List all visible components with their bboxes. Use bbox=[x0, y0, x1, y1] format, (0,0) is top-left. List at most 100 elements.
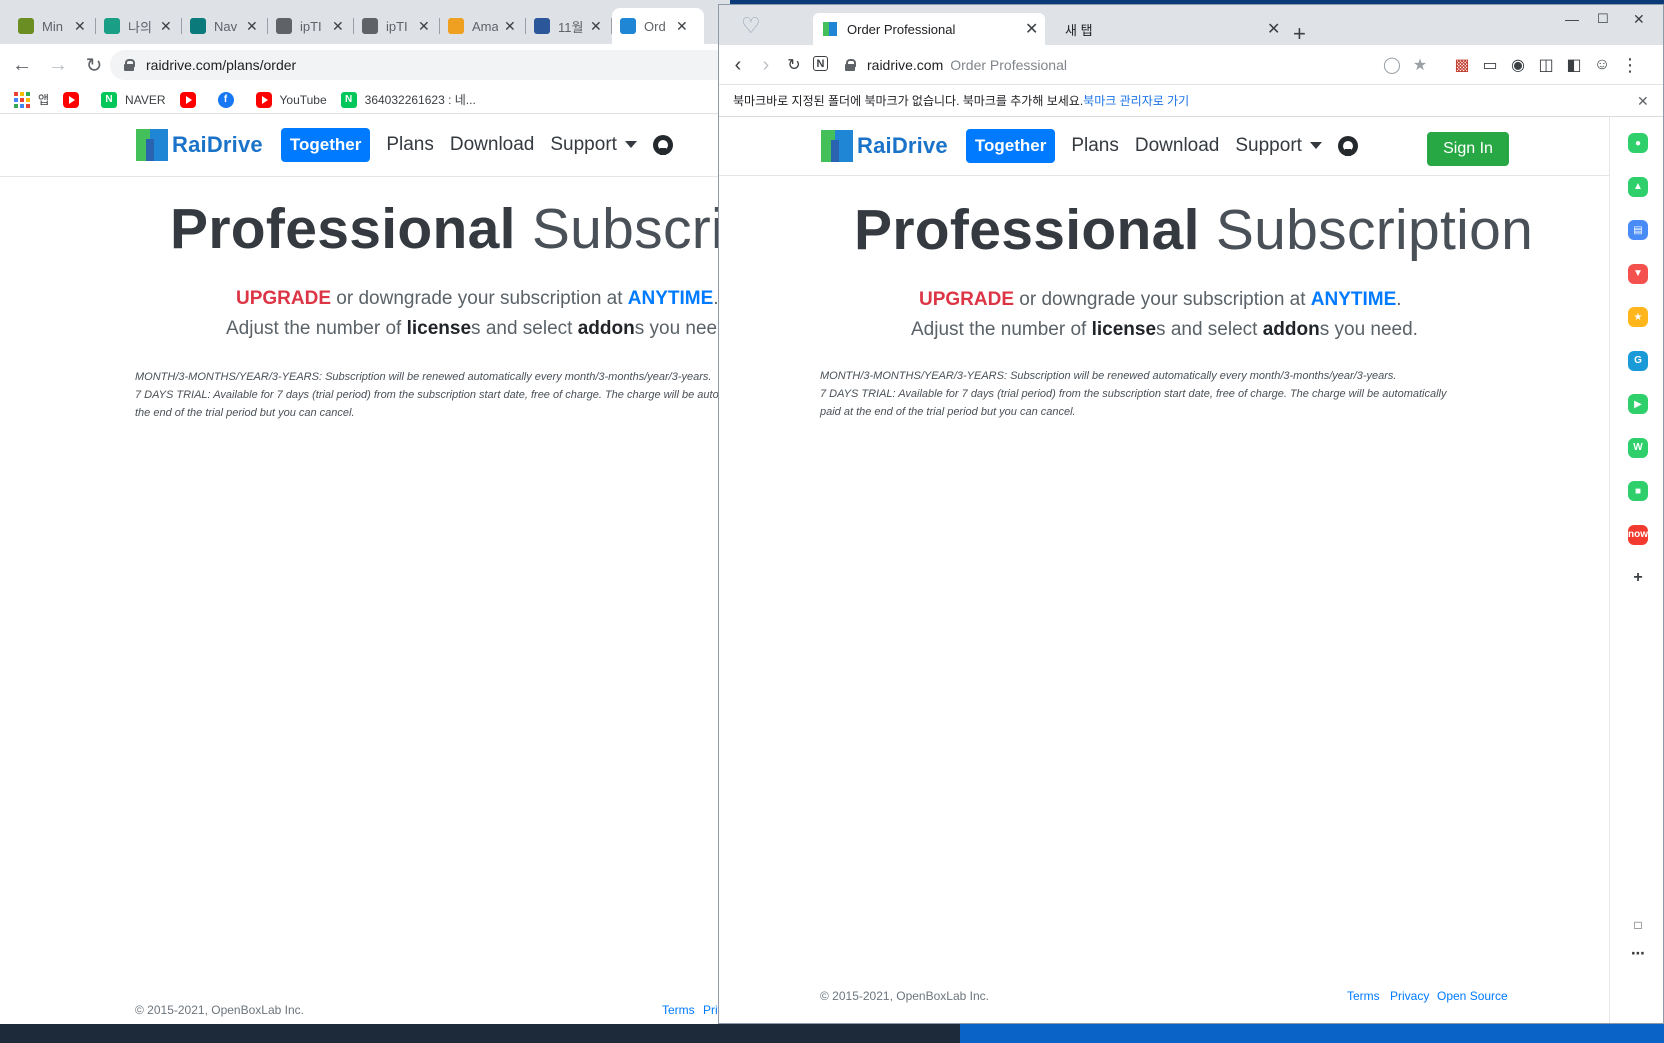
left-tab-strip: Min ✕ 나의 ✕ Nav ✕ ipTI ✕ ipTI ✕ Ama ✕ 11월 ✕ Ord ✕ bbox=[0, 0, 730, 44]
close-tab-icon[interactable]: ✕ bbox=[590, 18, 602, 35]
webtoon-icon[interactable]: W bbox=[1628, 437, 1648, 458]
bell-icon[interactable]: ▲ bbox=[1628, 176, 1648, 197]
bookmark-item[interactable]: 앱 bbox=[14, 91, 49, 108]
lead-line-1: UPGRADE or downgrade your subscription a… bbox=[236, 288, 719, 309]
nav-together-button[interactable]: Together bbox=[965, 129, 1056, 163]
reload-icon[interactable]: ↻ bbox=[785, 56, 803, 74]
nav-download-link[interactable]: Download bbox=[450, 134, 535, 156]
subscription-notes: MONTH/3-MONTHS/YEAR/3-YEARS: Subscriptio… bbox=[135, 371, 730, 419]
translate-icon[interactable]: G bbox=[1628, 350, 1648, 371]
close-tab-icon[interactable]: ✕ bbox=[332, 18, 344, 35]
profile-icon[interactable]: ☺ bbox=[1593, 56, 1611, 74]
bookmark-item[interactable]: YouTube bbox=[255, 91, 327, 108]
plus-icon[interactable]: + bbox=[1628, 568, 1648, 588]
sidebar-toggle-icon[interactable]: □ bbox=[1628, 915, 1648, 935]
back-icon[interactable]: ← bbox=[8, 51, 36, 79]
minecraft-icon bbox=[18, 18, 34, 34]
close-tab-icon[interactable]: ✕ bbox=[74, 18, 86, 35]
close-tab-icon[interactable]: ✕ bbox=[418, 18, 430, 35]
now-icon[interactable]: now bbox=[1628, 524, 1648, 545]
nav-support-dropdown[interactable]: Support bbox=[1235, 135, 1322, 157]
nav-support-dropdown[interactable]: Support bbox=[550, 134, 637, 156]
calendar-icon[interactable]: ▤ bbox=[1628, 220, 1648, 240]
close-tab-icon[interactable]: ✕ bbox=[676, 18, 688, 35]
infobar-message: 북마크바로 지정된 폴더에 북마크가 없습니다. 북마크를 추가해 보세요. bbox=[733, 94, 1084, 108]
facebook-icon: f bbox=[217, 91, 234, 108]
right-address-bar[interactable]: raidrive.com Order Professional bbox=[845, 57, 1067, 73]
footer-terms-link[interactable]: Terms bbox=[662, 1003, 695, 1017]
bookmark-item[interactable] bbox=[179, 91, 204, 108]
nav-download-link[interactable]: Download bbox=[1135, 135, 1220, 157]
naver-home-icon[interactable]: N bbox=[813, 56, 828, 71]
footer-open-source-link[interactable]: Open Source bbox=[1437, 989, 1508, 1003]
bookmark-item[interactable]: N 364032261623 : 네... bbox=[340, 91, 476, 108]
caret-down-icon bbox=[1309, 142, 1322, 150]
tab-4[interactable]: ipTI ✕ bbox=[354, 8, 440, 44]
forward-icon[interactable]: › bbox=[757, 54, 775, 76]
tab-3[interactable]: ipTI ✕ bbox=[268, 8, 354, 44]
window-close-icon[interactable]: ✕ bbox=[1633, 11, 1645, 28]
bookmark-item[interactable]: N NAVER bbox=[101, 91, 166, 108]
reader-icon[interactable]: ◫ bbox=[1537, 56, 1555, 74]
tab-new-tab[interactable]: 새 탭 ✕ bbox=[1055, 13, 1287, 45]
minimize-icon[interactable]: — bbox=[1565, 11, 1579, 27]
tab-order-professional[interactable]: Order Professional ✕ bbox=[813, 13, 1045, 45]
support-label: Support bbox=[550, 134, 617, 155]
nav-plans-link[interactable]: Plans bbox=[1071, 135, 1119, 157]
close-tab-icon[interactable]: ✕ bbox=[1025, 19, 1038, 39]
video-icon[interactable]: ▭ bbox=[1481, 56, 1499, 74]
forward-icon[interactable]: → bbox=[44, 51, 72, 79]
bookmark-star-icon[interactable]: ★ bbox=[1411, 56, 1429, 74]
close-tab-icon[interactable]: ✕ bbox=[246, 18, 258, 35]
right-page: RaiDrive Together Plans Download Support… bbox=[719, 117, 1609, 1023]
naver-icon: N bbox=[101, 91, 118, 108]
new-tab-plus-icon[interactable]: + bbox=[1293, 21, 1306, 47]
camera-icon[interactable]: ◉ bbox=[1509, 56, 1527, 74]
circle-icon[interactable]: ● bbox=[1628, 133, 1648, 153]
left-toolbar: ← → ↻ raidrive.com/plans/order bbox=[0, 44, 730, 86]
apps-icon bbox=[14, 91, 30, 108]
github-icon[interactable] bbox=[652, 135, 673, 155]
whale-sidebar: ● ▲ ▤ ▼ ★ G ▶ W ■ now + □ ⋯ bbox=[1609, 117, 1663, 1023]
tab-2[interactable]: Nav ✕ bbox=[182, 8, 268, 44]
sign-in-button[interactable]: Sign In bbox=[1427, 132, 1509, 166]
tab-7[interactable]: Ord ✕ bbox=[612, 8, 704, 44]
maximize-icon[interactable]: ☐ bbox=[1597, 11, 1609, 27]
menu-dots-icon[interactable]: ⋮ bbox=[1621, 55, 1639, 75]
left-address-bar[interactable]: raidrive.com/plans/order bbox=[110, 50, 730, 80]
tab-title: Min bbox=[42, 18, 63, 34]
tab-6[interactable]: 11월 ✕ bbox=[526, 8, 612, 44]
sidebar-more-icon[interactable]: ⋯ bbox=[1628, 943, 1648, 963]
star-icon[interactable]: ★ bbox=[1628, 307, 1648, 327]
back-icon[interactable]: ‹ bbox=[729, 54, 747, 76]
whale-logo-icon: ♡ bbox=[741, 13, 761, 38]
brand-logo[interactable]: RaiDrive bbox=[821, 130, 948, 162]
reload-icon[interactable]: ↻ bbox=[80, 51, 108, 79]
bookmark-manager-link[interactable]: 북마크 관리자로 가기 bbox=[1083, 92, 1189, 109]
footer-privacy-link[interactable]: Privacy bbox=[1390, 989, 1429, 1003]
split-view-icon[interactable]: ◧ bbox=[1565, 56, 1583, 74]
tab-5[interactable]: Ama ✕ bbox=[440, 8, 526, 44]
close-tab-icon[interactable]: ✕ bbox=[504, 18, 516, 35]
brand-name: RaiDrive bbox=[172, 132, 263, 157]
chat-icon[interactable]: ■ bbox=[1628, 481, 1648, 501]
close-tab-icon[interactable]: ✕ bbox=[1267, 19, 1280, 39]
translate-flag-icon[interactable]: ▩ bbox=[1453, 56, 1471, 74]
github-icon[interactable] bbox=[1337, 136, 1358, 156]
close-tab-icon[interactable]: ✕ bbox=[160, 18, 172, 35]
tab-title: Ama bbox=[472, 18, 498, 34]
infobar-close-icon[interactable]: ✕ bbox=[1637, 93, 1649, 110]
nav-together-button[interactable]: Together bbox=[280, 128, 371, 162]
tab-0[interactable]: Min ✕ bbox=[10, 8, 96, 44]
play-icon[interactable]: ▶ bbox=[1628, 394, 1648, 414]
pocket-icon[interactable]: ▼ bbox=[1628, 263, 1648, 284]
bookmark-item[interactable]: f bbox=[217, 91, 242, 108]
tab-1[interactable]: 나의 ✕ bbox=[96, 8, 182, 44]
page-title: Professional Subscription bbox=[170, 197, 730, 261]
brand-logo[interactable]: RaiDrive bbox=[136, 129, 263, 161]
footer-terms-link[interactable]: Terms bbox=[1347, 989, 1380, 1003]
bookmark-item[interactable] bbox=[63, 91, 87, 108]
shield-icon[interactable]: ◯ bbox=[1383, 56, 1401, 74]
amazon-icon bbox=[448, 18, 464, 34]
nav-plans-link[interactable]: Plans bbox=[386, 134, 434, 156]
